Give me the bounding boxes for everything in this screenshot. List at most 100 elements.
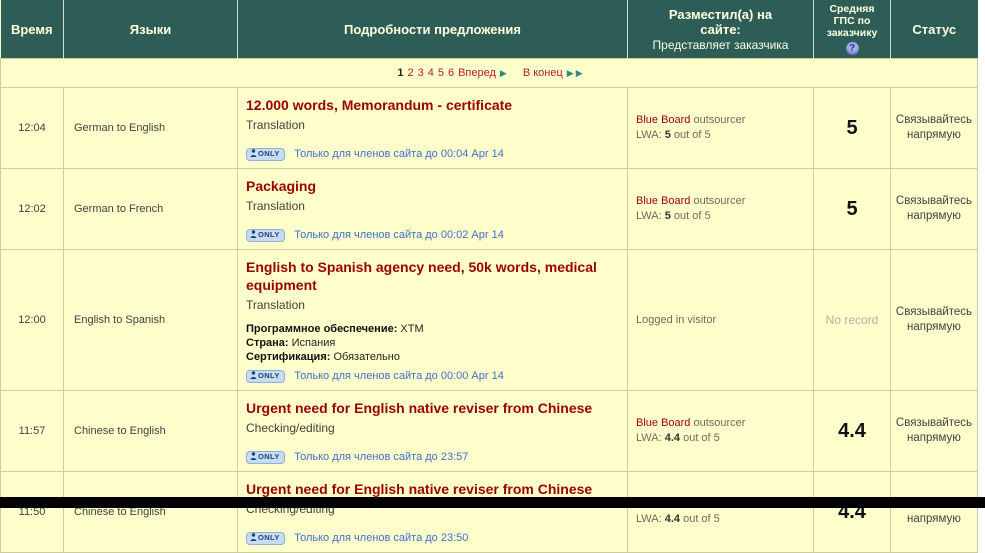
members-only-link[interactable]: Только для членов сайта до 00:04 Apr 14 <box>294 148 504 160</box>
col-header-status: Статус <box>891 0 978 59</box>
job-rating: 4.4 <box>814 472 891 553</box>
member-person-icon <box>250 452 257 460</box>
job-type: Translation <box>246 199 619 213</box>
next-arrow-icon[interactable]: ▶ <box>500 68 507 78</box>
detail-certification: Сертификация: Обязательно <box>246 350 619 364</box>
member-person-icon <box>250 230 257 238</box>
blue-board-link[interactable]: Blue Board <box>636 417 690 429</box>
lwa-label: LWA: <box>636 432 665 444</box>
lwa-suffix: out of 5 <box>671 129 711 141</box>
lwa-suffix: out of 5 <box>680 432 720 444</box>
job-time: 11:57 <box>1 391 64 472</box>
col-header-time-label: Время <box>11 22 53 37</box>
members-only-badge: ONLY <box>246 148 285 161</box>
detail-country: Страна: Испания <box>246 336 619 350</box>
outsourcer-label: outsourcer <box>690 114 745 126</box>
job-title-link[interactable]: Packaging <box>246 177 619 195</box>
member-person-icon <box>250 533 257 541</box>
job-detail-fields: Программное обеспечение: XTM Страна: Исп… <box>246 322 619 364</box>
job-row: 12:00 English to Spanish English to Span… <box>1 250 978 391</box>
last-arrow-icon[interactable]: ▶ <box>567 68 574 78</box>
job-languages: Chinese to English <box>64 472 238 553</box>
job-rating: 5 <box>814 88 891 169</box>
members-only-link[interactable]: Только для членов сайта до 00:00 Apr 14 <box>294 370 504 382</box>
next-page-link[interactable]: Вперед <box>458 67 496 79</box>
members-only-line: ONLY Только для членов сайта до 00:00 Ap… <box>246 366 619 384</box>
page-link-4[interactable]: 4 <box>428 67 434 79</box>
job-poster-cell: Blue Board outsourcer LWA: 5 out of 5 <box>628 88 814 169</box>
lwa-label: LWA: <box>636 513 665 525</box>
job-rating: 5 <box>814 169 891 250</box>
job-type: Translation <box>246 118 619 132</box>
members-only-link[interactable]: Только для членов сайта до 23:50 <box>294 532 468 544</box>
lwa-suffix: out of 5 <box>671 210 711 222</box>
page-link-2[interactable]: 2 <box>407 67 413 79</box>
outsourcer-label: outsourcer <box>690 417 745 429</box>
job-rating: No record <box>814 250 891 391</box>
page-link-3[interactable]: 3 <box>418 67 424 79</box>
last-arrow-icon[interactable]: ▶ <box>576 68 583 78</box>
job-time: 12:00 <box>1 250 64 391</box>
lwa-value: 4.4 <box>665 432 680 444</box>
page-link-6[interactable]: 6 <box>448 67 454 79</box>
job-details-cell: Urgent need for English native reviser f… <box>238 391 628 472</box>
job-status: Связывайтесь напрямую <box>891 472 978 553</box>
members-only-link[interactable]: Только для членов сайта до 23:57 <box>294 451 468 463</box>
job-languages: German to English <box>64 88 238 169</box>
members-only-badge: ONLY <box>246 451 285 464</box>
members-only-line: ONLY Только для членов сайта до 00:02 Ap… <box>246 225 619 243</box>
col-header-poster: Разместил(а) на сайте: Представляет зака… <box>628 0 814 59</box>
outsourcer-label: outsourcer <box>690 195 745 207</box>
table-header-row: Время Языки Подробности предложения Разм… <box>1 0 978 59</box>
job-row: 11:57 Chinese to English Urgent need for… <box>1 391 978 472</box>
detail-software: Программное обеспечение: XTM <box>246 322 619 336</box>
members-only-badge-label: ONLY <box>258 149 280 158</box>
job-status: Связывайтесь напрямую <box>891 250 978 391</box>
last-page-link[interactable]: В конец <box>523 67 563 79</box>
members-only-badge: ONLY <box>246 370 285 383</box>
job-poster-cell: Blue Board outsourcer LWA: 4.4 out of 5 <box>628 391 814 472</box>
lwa-suffix: out of 5 <box>680 513 720 525</box>
member-person-icon <box>250 371 257 379</box>
job-title-link[interactable]: English to Spanish agency need, 50k word… <box>246 258 619 294</box>
members-only-badge-label: ONLY <box>258 452 280 461</box>
job-row: 12:02 German to French Packaging Transla… <box>1 169 978 250</box>
job-type: Checking/editing <box>246 421 619 435</box>
job-time: 12:04 <box>1 88 64 169</box>
job-poster-cell: Logged in visitor <box>628 250 814 391</box>
job-title-link[interactable]: 12.000 words, Memorandum - certificate <box>246 96 619 114</box>
help-icon[interactable]: ? <box>846 42 859 55</box>
blue-board-link[interactable]: Blue Board <box>636 195 690 207</box>
detail-certification-value: Обязательно <box>330 351 400 363</box>
job-rating: 4.4 <box>814 391 891 472</box>
detail-software-value: XTM <box>397 323 423 335</box>
members-only-badge-label: ONLY <box>258 230 280 239</box>
job-details-cell: Packaging Translation ONLY Только для чл… <box>238 169 628 250</box>
job-poster-cell: Blue Board outsourcer LWA: 5 out of 5 <box>628 169 814 250</box>
job-status: Связывайтесь напрямую <box>891 391 978 472</box>
col-header-time: Время <box>1 0 64 59</box>
job-title-link[interactable]: Urgent need for English native reviser f… <box>246 399 619 417</box>
col-header-status-label: Статус <box>912 22 956 37</box>
members-only-link[interactable]: Только для членов сайта до 00:02 Apr 14 <box>294 229 504 241</box>
lwa-value: 4.4 <box>665 513 680 525</box>
job-poster-cell: Blue Board outsourcer LWA: 4.4 out of 5 <box>628 472 814 553</box>
col-header-languages-label: Языки <box>130 22 171 37</box>
pagination-row: 123456Вперед▶В конец▶▶ <box>1 59 978 88</box>
job-languages: English to Spanish <box>64 250 238 391</box>
job-title-link[interactable]: Urgent need for English native reviser f… <box>246 480 619 498</box>
members-only-badge: ONLY <box>246 532 285 545</box>
job-languages: Chinese to English <box>64 391 238 472</box>
job-type: Translation <box>246 298 619 312</box>
col-header-details: Подробности предложения <box>238 0 628 59</box>
bottom-black-bar <box>0 497 985 508</box>
jobs-table: Время Языки Подробности предложения Разм… <box>0 0 978 553</box>
page-current: 1 <box>397 67 403 79</box>
blue-board-link[interactable]: Blue Board <box>636 114 690 126</box>
members-only-line: ONLY Только для членов сайта до 23:57 <box>246 447 619 465</box>
job-row: 11:50 Chinese to English Urgent need for… <box>1 472 978 553</box>
members-only-badge: ONLY <box>246 229 285 242</box>
job-time: 11:50 <box>1 472 64 553</box>
page-link-5[interactable]: 5 <box>438 67 444 79</box>
pagination: 123456Вперед▶В конец▶▶ <box>1 59 978 88</box>
